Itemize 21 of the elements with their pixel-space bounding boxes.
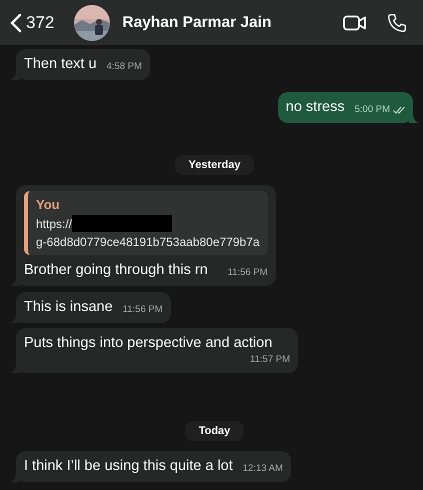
quoted-message[interactable]: You https:// g-68d8d0779ce48191b753aab80e779b7a [24,191,268,255]
message-text: I think I’ll be using this quite a lot [24,457,233,476]
unread-count: 372 [26,12,54,32]
message-time: 12:13 AM [242,462,283,476]
contact-name[interactable]: Rayhan Parmar Jain [122,14,329,32]
message-text: no stress [286,98,345,117]
date-divider: Today [184,421,244,441]
message-time: 11:57 PM [250,353,290,367]
quote-text: g-68d8d0779ce48191b753aab80e779b7a [36,235,260,249]
message-text: Puts things into perspective and action [24,334,272,353]
quote-author: You [36,197,61,212]
message-text: This is insane [24,298,113,317]
message-text: Then text u [24,55,97,74]
message-time: 5:00 PM [354,103,390,117]
message-text: Brother going through this rn [24,261,208,280]
quote-text: https:// [36,216,72,230]
message-time: 11:56 PM [122,303,163,317]
message-time: 4:58 PM [106,60,142,74]
back-button[interactable]: 372 [10,12,54,32]
date-divider: Yesterday [174,155,254,175]
message-time: 11:56 PM [228,266,268,280]
